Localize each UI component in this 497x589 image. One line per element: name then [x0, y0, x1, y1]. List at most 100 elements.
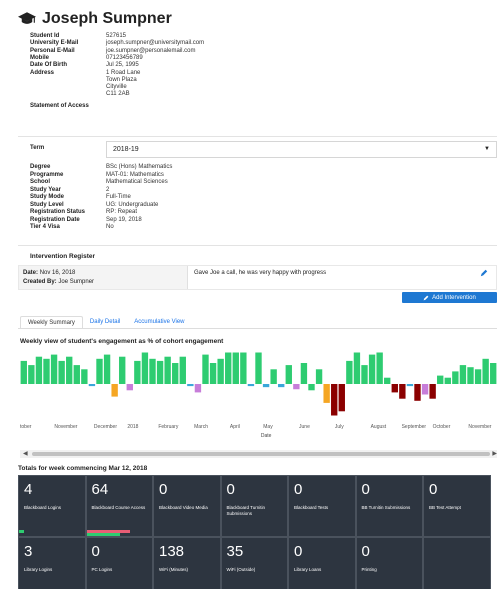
- x-tick-label: May: [263, 424, 273, 430]
- x-tick-label: 2018: [127, 424, 138, 430]
- created-by-label: Created By:: [23, 279, 57, 285]
- chart-bar: [331, 384, 338, 416]
- chart-bar: [414, 384, 421, 401]
- stat-tile: 0 Blackboard Turnitin Submissions: [220, 475, 288, 537]
- term-value: 2018-19: [113, 146, 139, 153]
- field-value: UG: Undergraduate: [106, 201, 159, 208]
- field-value: Jul 25, 1995: [106, 62, 139, 69]
- field-value[interactable]: joe.sumpner@personalemail.com: [106, 48, 195, 55]
- scroll-left-icon[interactable]: ◀: [23, 450, 28, 457]
- chart-bar: [209, 363, 217, 384]
- date-value: Nov 16, 2018: [39, 270, 76, 276]
- stat-label: Blackboard Turnitin Submissions: [226, 505, 266, 516]
- stat-bar: [19, 530, 25, 533]
- stat-value: 0: [294, 543, 303, 560]
- chart-bar: [88, 384, 96, 387]
- x-tick-label: November: [54, 424, 77, 430]
- chart-bar: [217, 358, 224, 384]
- chart-bar: [346, 360, 353, 384]
- field-label: Mobile: [30, 54, 49, 61]
- scroll-right-icon[interactable]: ▶: [492, 450, 497, 457]
- divider: [18, 136, 497, 137]
- field-value[interactable]: joseph.sumpner@universitymail.com: [106, 40, 204, 47]
- stat-label: Blackboard Tests: [294, 505, 329, 510]
- chart-bar: [452, 371, 459, 384]
- stat-value: 35: [226, 543, 244, 560]
- chart-bar: [406, 384, 414, 387]
- horizontal-scrollbar[interactable]: ◀ ▶: [20, 450, 497, 458]
- term-label: Term: [30, 145, 45, 151]
- chart-bar: [361, 365, 368, 384]
- field-label: Study Year: [30, 186, 61, 193]
- field-label: Programme: [30, 171, 64, 178]
- graduation-cap-icon: [18, 12, 36, 24]
- divider: [18, 245, 497, 246]
- chart-title: Weekly view of student's engagement as %…: [20, 338, 224, 345]
- field-label: University E-Mail: [30, 40, 79, 47]
- x-tick-label: June: [299, 424, 310, 430]
- field-label: Registration Date: [30, 216, 80, 223]
- chart-bar: [285, 365, 292, 384]
- chart-bar: [43, 358, 50, 384]
- chart-bar: [194, 384, 202, 393]
- field-value[interactable]: 07123456789: [106, 55, 143, 62]
- chart-bar: [300, 363, 308, 384]
- add-intervention-button[interactable]: Add Intervention: [402, 292, 497, 303]
- chart-bar: [103, 354, 111, 384]
- stat-label: Blackboard Video Media: [159, 505, 208, 510]
- stat-tile: 0 Library Loans: [288, 537, 356, 589]
- chart-bar: [353, 352, 361, 384]
- chart-bar: [262, 384, 270, 388]
- stat-value: 0: [159, 481, 168, 498]
- tab-divider: [18, 328, 497, 329]
- x-tick-label: March: [194, 424, 208, 430]
- x-tick-label: April: [230, 424, 240, 430]
- x-tick-label: December: [94, 424, 117, 430]
- chart-bar: [20, 360, 27, 384]
- chart-bar: [202, 354, 209, 384]
- chart-bar: [474, 369, 482, 384]
- field-value: BSc (Hons) Mathematics: [106, 164, 173, 170]
- scrollbar-thumb[interactable]: [32, 452, 490, 456]
- field-value: Full-Time: [106, 194, 131, 200]
- stat-tile: 35 WiFi (Outside): [220, 537, 288, 589]
- x-tick-label: November: [468, 424, 491, 430]
- term-select[interactable]: 2018-19 ▼: [106, 141, 497, 158]
- chart-bar: [81, 369, 88, 384]
- stat-tile: 3 Library Logins: [18, 537, 86, 589]
- chart-bar: [376, 352, 383, 384]
- stat-value: 0: [361, 543, 370, 560]
- field-value: No: [106, 224, 114, 230]
- stat-label: Library Logins: [24, 567, 53, 572]
- chart-bar: [126, 384, 133, 391]
- chart-bar: [141, 352, 149, 384]
- chart-bar: [149, 358, 156, 384]
- field-value: 2: [106, 186, 110, 193]
- chart-bar: [293, 384, 300, 390]
- x-tick-label: July: [335, 424, 344, 430]
- pencil-icon[interactable]: [480, 269, 488, 277]
- field-label: School: [30, 179, 51, 185]
- stat-tile: [423, 537, 491, 589]
- chart-bar: [35, 356, 43, 384]
- stat-tile: 4 Blackboard Logins: [18, 475, 86, 537]
- stat-value: 0: [294, 481, 303, 498]
- chart-bar: [437, 375, 444, 384]
- stat-label: BB Test Attempt: [429, 505, 461, 510]
- chart-bar: [391, 384, 398, 393]
- field-value: 527615: [106, 33, 127, 39]
- address-label: Address: [30, 70, 55, 76]
- engagement-chart: tober November December 2018 February March Ap…: [20, 352, 497, 439]
- chart-bar: [50, 354, 58, 384]
- chart-bar: [232, 352, 239, 384]
- chart-bar: [315, 369, 323, 384]
- chart-bar: [278, 384, 285, 388]
- x-tick-label: October: [433, 424, 451, 430]
- chart-bar: [134, 360, 141, 384]
- chart-bar: [58, 360, 65, 384]
- chart-bar: [225, 352, 232, 384]
- stat-tile: 0 BB Test Attempt: [423, 475, 491, 537]
- pencil-icon: [423, 295, 429, 300]
- chart-bar: [399, 384, 406, 399]
- stat-value: 138: [159, 543, 185, 560]
